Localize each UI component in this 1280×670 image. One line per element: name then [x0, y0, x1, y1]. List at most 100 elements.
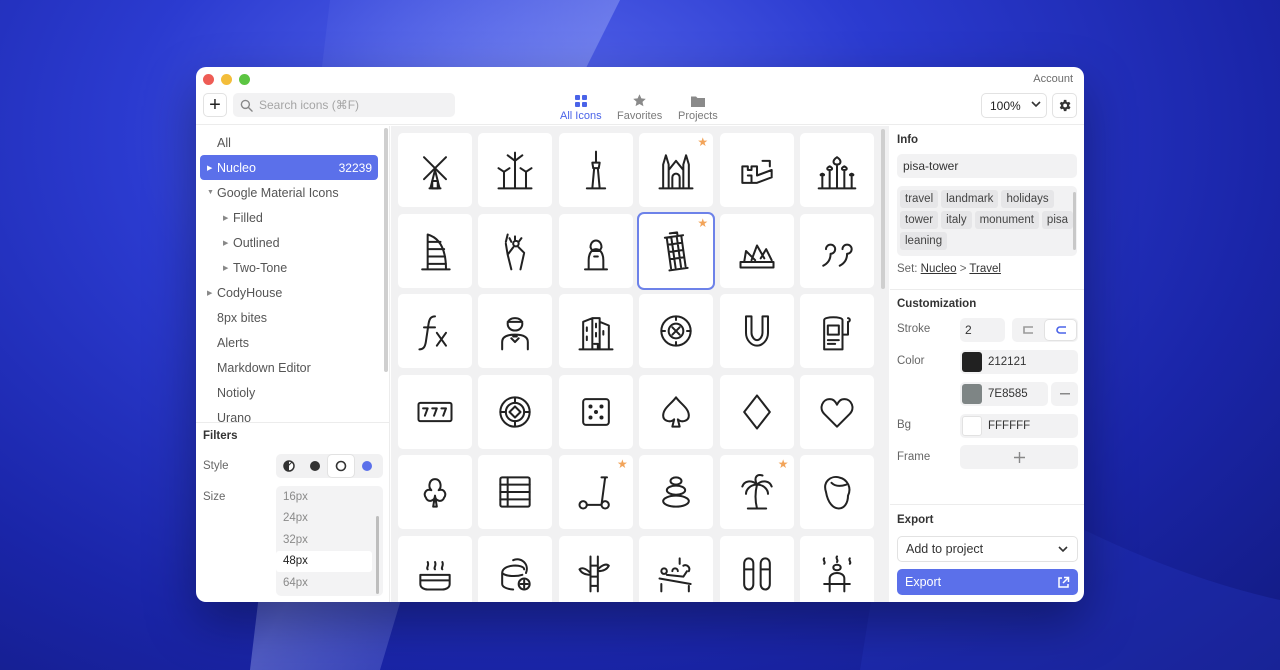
icon-tile[interactable] [558, 294, 633, 368]
tag-chip[interactable]: travel [900, 190, 939, 208]
maximize-window-button[interactable] [239, 74, 250, 85]
icon-tile[interactable] [478, 294, 553, 368]
square-cap-option[interactable] [1012, 318, 1043, 342]
sidebar-item[interactable]: Urano [196, 405, 390, 423]
secondary-color-swatch[interactable] [962, 384, 982, 404]
tag-chip[interactable]: monument [974, 211, 1039, 229]
icon-tile[interactable] [398, 133, 472, 207]
tag-chip[interactable]: tower [900, 211, 939, 229]
size-option[interactable]: 64px [276, 572, 372, 594]
icon-tile[interactable] [398, 535, 472, 602]
icon-tile[interactable] [719, 133, 794, 207]
icon-tile[interactable] [799, 133, 874, 207]
icon-tile[interactable]: ★ [719, 455, 794, 529]
icon-tile[interactable] [639, 294, 714, 368]
size-option[interactable]: 24px [276, 508, 372, 530]
primary-color-field[interactable]: 212121 [960, 350, 1078, 374]
add-button[interactable]: + [203, 93, 227, 117]
size-option-selected[interactable]: 48px [276, 550, 372, 572]
category-link[interactable]: Travel [969, 263, 1001, 275]
add-frame-button[interactable] [960, 445, 1078, 469]
icon-tile[interactable] [558, 374, 633, 449]
sidebar-item[interactable]: ▼ Google Material Icons [196, 180, 390, 205]
settings-button[interactable] [1052, 93, 1077, 118]
icon-tile[interactable] [799, 213, 874, 288]
sidebar-item[interactable]: Markdown Editor [196, 355, 390, 380]
remove-color-button[interactable] [1051, 382, 1078, 406]
tag-chip[interactable]: holidays [1001, 190, 1054, 208]
set-link[interactable]: Nucleo [921, 263, 957, 275]
bg-color-swatch[interactable] [962, 416, 982, 436]
search-box[interactable] [233, 93, 455, 117]
style-filled-option[interactable] [302, 455, 328, 477]
tag-chip[interactable]: italy [941, 211, 972, 229]
export-button[interactable]: Export [897, 569, 1078, 595]
minimize-window-button[interactable] [221, 74, 232, 85]
style-two-tone-option[interactable] [276, 455, 302, 477]
icon-tile[interactable] [478, 374, 553, 449]
sidebar-item[interactable]: ▶ CodyHouse [196, 280, 390, 305]
caret-right-icon[interactable]: ▶ [207, 164, 217, 172]
favorite-star-icon[interactable]: ★ [617, 458, 628, 470]
tags-box[interactable]: travel landmark holidays tower italy monument… [897, 186, 1077, 256]
sidebar-item[interactable]: All [196, 130, 390, 155]
tag-chip[interactable]: landmark [941, 190, 999, 208]
icon-name-field[interactable]: pisa-tower [897, 154, 1077, 178]
icon-tile[interactable]: ★ [558, 455, 633, 529]
icon-tile[interactable] [799, 374, 874, 449]
icon-tile[interactable] [558, 535, 633, 602]
tag-chip[interactable]: leaning [900, 232, 948, 250]
sidebar-scrollbar[interactable] [384, 128, 388, 372]
icon-tile[interactable] [398, 213, 472, 288]
sidebar-item[interactable]: Alerts [196, 330, 390, 355]
icon-tile[interactable] [558, 213, 633, 288]
caret-right-icon[interactable]: ▶ [223, 264, 233, 272]
grid-scrollbar[interactable] [881, 129, 885, 289]
favorite-star-icon[interactable]: ★ [697, 136, 708, 148]
caret-right-icon[interactable]: ▶ [207, 289, 217, 297]
style-outline-option[interactable] [328, 455, 354, 477]
icon-tile[interactable]: ★ [639, 133, 714, 207]
search-input[interactable] [259, 98, 449, 112]
icon-tile[interactable] [639, 374, 714, 449]
icon-tile[interactable] [478, 133, 553, 207]
round-cap-option[interactable] [1045, 320, 1076, 340]
size-list-scrollbar[interactable] [376, 516, 379, 594]
favorite-star-icon[interactable]: ★ [697, 217, 708, 229]
icon-tile[interactable] [719, 294, 794, 368]
size-option[interactable]: 32px [276, 529, 372, 551]
secondary-color-field[interactable]: 7E8585 [960, 382, 1048, 406]
style-color-option[interactable] [354, 455, 380, 477]
icon-tile[interactable] [639, 455, 714, 529]
icon-tile[interactable] [719, 213, 794, 288]
icon-tile[interactable] [478, 535, 553, 602]
sidebar-item[interactable]: ▶ Outlined [196, 230, 390, 255]
account-link[interactable]: Account [1033, 73, 1073, 85]
icon-tile[interactable] [478, 213, 553, 288]
sidebar-item[interactable]: ▶ Filled [196, 205, 390, 230]
icon-tile[interactable] [558, 133, 633, 207]
sidebar-item[interactable]: ▶ Nucleo 32239 [200, 155, 378, 180]
size-option[interactable]: 16px [276, 486, 372, 508]
icon-tile[interactable] [398, 455, 472, 529]
caret-right-icon[interactable]: ▶ [223, 214, 233, 222]
icon-tile[interactable] [719, 374, 794, 449]
icon-tile[interactable] [799, 294, 874, 368]
caret-down-icon[interactable]: ▼ [207, 189, 217, 196]
icon-tile[interactable] [719, 535, 794, 602]
primary-color-swatch[interactable] [962, 352, 982, 372]
tags-scrollbar[interactable] [1073, 192, 1076, 250]
sidebar-item[interactable]: Notioly [196, 380, 390, 405]
caret-right-icon[interactable]: ▶ [223, 239, 233, 247]
icon-tile[interactable] [799, 535, 874, 602]
tab-favorites[interactable]: Favorites [617, 93, 662, 122]
favorite-star-icon[interactable]: ★ [778, 458, 789, 470]
tag-chip[interactable]: pisa [1041, 211, 1074, 229]
icon-tile[interactable] [478, 455, 553, 529]
zoom-select[interactable]: 100% [981, 93, 1047, 118]
stroke-input[interactable]: 2 [960, 318, 1005, 342]
icon-tile[interactable] [799, 455, 874, 529]
bg-color-field[interactable]: FFFFFF [960, 414, 1078, 438]
icon-tile[interactable] [398, 374, 472, 449]
tab-projects[interactable]: Projects [678, 93, 718, 122]
